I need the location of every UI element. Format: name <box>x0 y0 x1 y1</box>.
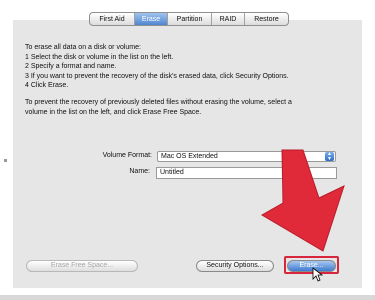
pointer-arrow-annotation <box>261 149 345 282</box>
bottom-edge <box>0 295 375 300</box>
side-marker <box>4 159 7 162</box>
disk-utility-erase-screen: First Aid Erase Partition RAID Restore T… <box>0 0 375 300</box>
mouse-cursor-icon <box>312 267 324 282</box>
arrow-shape <box>261 149 345 252</box>
